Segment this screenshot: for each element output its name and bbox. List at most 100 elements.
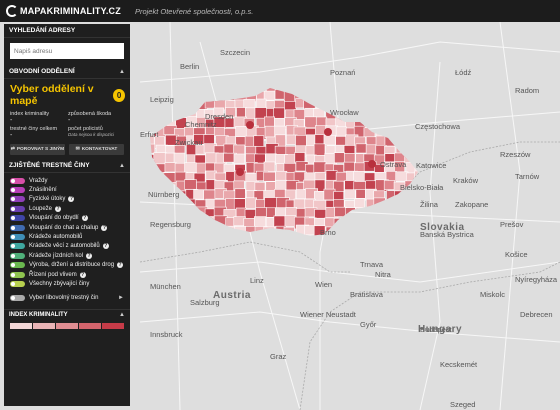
crime-filter-item[interactable]: Fyzické útoky? — [10, 195, 124, 204]
address-search-input[interactable] — [10, 43, 124, 59]
district-area — [294, 152, 306, 164]
crime-filter-item[interactable]: Všechny zbývající činy — [10, 279, 124, 288]
district-area — [150, 117, 155, 128]
crime-toggle[interactable] — [10, 271, 25, 278]
district-area — [215, 234, 226, 236]
district-area — [275, 234, 288, 236]
any-crime-row[interactable]: Vyber libovolný trestný čin ► — [4, 289, 130, 301]
crime-filter-item[interactable]: Řízení pod vlivem? — [10, 270, 124, 279]
crime-toggle[interactable] — [10, 177, 25, 184]
district-area — [344, 189, 356, 200]
district-area — [193, 225, 207, 236]
map-place-label: Prešov — [500, 220, 524, 229]
crime-toggle[interactable] — [10, 243, 25, 250]
chevron-up-icon[interactable]: ▲ — [119, 312, 125, 318]
district-area — [203, 234, 215, 236]
district-area — [393, 233, 406, 236]
district-area — [304, 88, 317, 91]
crime-toggle[interactable] — [10, 234, 25, 241]
crime-label: Vloupání do chat a chalup — [29, 224, 99, 231]
district-area — [414, 109, 418, 122]
crime-filter-item[interactable]: Krádeže automobilů — [10, 232, 124, 241]
index-section-title: INDEX KRIMINALITY — [9, 312, 68, 319]
district-area — [263, 171, 276, 182]
crime-toggle[interactable] — [10, 205, 25, 212]
crime-filter-item[interactable]: Vloupání do chat a chalup? — [10, 223, 124, 232]
district-area — [363, 233, 376, 236]
district-area — [343, 91, 357, 102]
district-area — [303, 179, 317, 190]
contact-button[interactable]: ✉ KONTAKTOVAT — [69, 144, 124, 155]
map-place-label: Košice — [505, 250, 528, 259]
help-icon[interactable]: ? — [101, 224, 108, 231]
chevron-up-icon[interactable]: ▲ — [119, 163, 125, 169]
district-area — [254, 153, 266, 164]
map-place-label: Radom — [515, 86, 540, 95]
district-area — [313, 90, 327, 101]
district-area — [175, 90, 187, 102]
crime-filter-item[interactable]: Krádeže věcí z automobilů? — [10, 242, 124, 251]
help-icon[interactable]: ? — [81, 215, 88, 222]
district-area — [413, 143, 418, 155]
map-place-label: Nyíregyháza — [515, 275, 558, 284]
district-area — [403, 234, 417, 236]
district-area — [414, 170, 418, 181]
district-area — [383, 180, 395, 190]
any-crime-toggle[interactable] — [10, 294, 25, 301]
crime-filter-item[interactable]: Znásilnění — [10, 185, 124, 194]
district-area — [264, 125, 276, 139]
crime-filter-item[interactable]: Vloupání do obydlí? — [10, 214, 124, 223]
crime-filter-item[interactable]: Vraždy — [10, 176, 124, 185]
district-area — [150, 170, 157, 181]
mail-icon: ✉ — [75, 147, 80, 152]
crime-toggle[interactable] — [10, 215, 25, 222]
help-icon[interactable]: ? — [55, 205, 62, 212]
help-icon[interactable]: ? — [86, 252, 93, 259]
crime-filter-item[interactable]: Výroba, držení a distribuce drog? — [10, 261, 124, 270]
chevron-up-icon[interactable]: ▲ — [119, 69, 125, 75]
crime-toggle[interactable] — [10, 196, 25, 203]
chevron-right-icon[interactable]: ► — [118, 295, 124, 301]
crime-toggle[interactable] — [10, 224, 25, 231]
index-scale-swatch — [79, 322, 101, 329]
help-icon[interactable]: ? — [102, 243, 109, 250]
help-icon[interactable]: ? — [79, 271, 86, 278]
crime-toggle[interactable] — [10, 280, 25, 287]
district-area — [243, 235, 257, 236]
crime-index-stat: index kriminality - — [10, 111, 68, 124]
search-section-header[interactable]: VYHLEDÁNÍ ADRESY — [4, 24, 130, 38]
district-area — [343, 88, 357, 93]
district-area — [394, 128, 406, 140]
crime-filter-item[interactable]: Loupeže? — [10, 204, 124, 213]
district-area — [183, 88, 198, 93]
district-area — [175, 206, 188, 218]
site-logo[interactable]: MAPAKRIMINALITY.CZ — [6, 5, 121, 17]
district-area — [163, 208, 176, 219]
crime-toggle[interactable] — [10, 187, 25, 194]
index-section-header[interactable]: INDEX KRIMINALITY ▲ — [4, 308, 130, 321]
district-section-header[interactable]: OBVODNÍ ODDĚLENÍ ▲ — [4, 65, 130, 79]
district-area — [263, 226, 275, 236]
district-area — [214, 215, 228, 227]
crimes-section-header[interactable]: ZJIŠTĚNÉ TRESTNÉ ČINY ▲ — [4, 159, 130, 173]
crime-toggle[interactable] — [10, 262, 25, 269]
logo-icon — [6, 5, 18, 17]
compare-button[interactable]: ⇄ POROVNAT S JINÝM — [10, 144, 65, 155]
crime-filter-item[interactable]: Krádeže jízdních kol? — [10, 251, 124, 260]
district-actions: ⇄ POROVNAT S JINÝM ✉ KONTAKTOVAT — [4, 141, 130, 159]
crime-index-value: - — [10, 117, 13, 124]
help-icon[interactable]: ? — [68, 196, 75, 203]
crime-toggle[interactable] — [10, 252, 25, 259]
district-area — [245, 197, 257, 209]
map-place-label: Poznań — [330, 68, 356, 77]
contact-button-label: KONTAKTOVAT — [81, 147, 118, 152]
district-area — [394, 227, 408, 236]
district-area — [364, 217, 378, 228]
district-area — [364, 107, 377, 118]
help-icon[interactable]: ? — [117, 262, 124, 269]
total-crimes-stat: trestné činy celkem - — [10, 126, 68, 139]
district-area — [174, 108, 188, 119]
district-area — [164, 162, 177, 173]
tagline[interactable]: Projekt Otevřené společnosti, o.p.s. — [135, 7, 253, 16]
map-place-label: Brno — [320, 228, 336, 237]
